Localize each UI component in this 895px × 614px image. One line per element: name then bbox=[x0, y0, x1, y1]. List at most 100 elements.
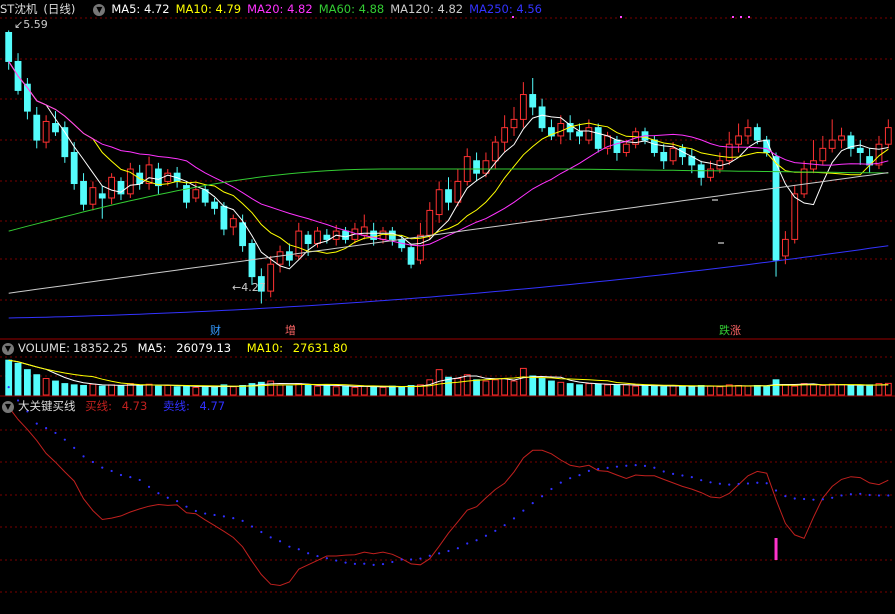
sell-dot bbox=[194, 509, 197, 513]
sell-dot bbox=[409, 558, 413, 561]
event-tag[interactable]: 财 bbox=[207, 323, 224, 338]
sell-dot bbox=[587, 469, 590, 473]
sell-dot bbox=[625, 464, 628, 467]
volume-bar bbox=[80, 385, 87, 396]
collapse-arrow-icon[interactable]: ▼ bbox=[2, 342, 14, 355]
volume-bar bbox=[201, 385, 209, 396]
sell-label: 卖线: bbox=[162, 399, 190, 413]
volume-bar bbox=[89, 383, 97, 396]
candle-body bbox=[155, 168, 162, 187]
vol-ma10-value: 27631.80 bbox=[292, 341, 348, 355]
candle-body bbox=[342, 230, 349, 240]
sell-dot bbox=[363, 562, 366, 565]
sell-dot bbox=[877, 494, 881, 497]
candle-body bbox=[884, 127, 892, 145]
indicator-legend: ▼ 大关键买线 买线: 4.73 卖线: 4.77 bbox=[0, 398, 237, 414]
candle-body bbox=[501, 127, 509, 143]
sell-dot bbox=[531, 501, 534, 505]
sell-dot bbox=[840, 494, 843, 497]
candle-body bbox=[650, 139, 658, 153]
sell-dot bbox=[250, 525, 254, 528]
stock-name: ST沈机 bbox=[0, 2, 38, 16]
volume-bar bbox=[42, 378, 50, 396]
candle-body bbox=[89, 187, 97, 205]
sell-dot bbox=[643, 464, 647, 467]
ma-legend-item: MA10: 4.79 bbox=[175, 2, 242, 16]
volume-bar bbox=[828, 383, 836, 396]
sell-dot bbox=[466, 542, 469, 545]
volume-bar bbox=[117, 385, 125, 396]
volume-bar bbox=[286, 385, 293, 396]
sell-dot bbox=[428, 554, 431, 557]
stock-title: ST沈机 (日线) bbox=[0, 2, 81, 16]
sell-dot bbox=[718, 482, 721, 485]
candle-body bbox=[435, 189, 443, 216]
candle-body bbox=[744, 127, 752, 137]
stock-chart[interactable] bbox=[0, 0, 895, 614]
candle-body bbox=[229, 218, 237, 228]
candle-body bbox=[42, 120, 50, 143]
sell-dot bbox=[746, 482, 750, 485]
event-dot bbox=[732, 16, 734, 18]
sell-dot bbox=[82, 455, 85, 458]
collapse-arrow-icon[interactable]: ▼ bbox=[2, 400, 14, 413]
volume-bar bbox=[229, 386, 237, 396]
volume-bar bbox=[360, 385, 368, 396]
event-dot bbox=[748, 16, 750, 18]
volume-bar bbox=[98, 385, 106, 396]
volume-title: VOLUME: bbox=[18, 341, 71, 355]
volume-bar bbox=[482, 380, 490, 396]
ma250-line bbox=[8, 245, 889, 319]
volume-bar bbox=[781, 384, 789, 396]
candle-body bbox=[211, 201, 218, 209]
sell-dot bbox=[887, 494, 890, 497]
volume-bar bbox=[856, 385, 864, 396]
high-price-label: ↙5.59 bbox=[14, 18, 48, 31]
event-tag[interactable]: 跌涨 bbox=[716, 323, 744, 338]
collapse-arrow-icon[interactable]: ▼ bbox=[93, 3, 106, 16]
candle-body bbox=[791, 193, 799, 240]
sell-dot bbox=[709, 481, 712, 484]
volume-bar bbox=[454, 378, 462, 396]
sell-dot bbox=[700, 479, 703, 482]
sell-dot bbox=[307, 552, 310, 555]
low-price-label: ←4.27 bbox=[232, 281, 266, 294]
candle-body bbox=[735, 135, 742, 145]
sell-dot bbox=[868, 493, 871, 497]
candle-body bbox=[304, 234, 312, 245]
sell-dot bbox=[859, 492, 862, 495]
volume-bar bbox=[641, 385, 649, 396]
volume-bar bbox=[304, 384, 312, 396]
sell-dot bbox=[812, 498, 815, 501]
event-tag[interactable]: 增 bbox=[282, 323, 299, 338]
sell-dot bbox=[269, 536, 272, 539]
sell-dot bbox=[737, 482, 740, 486]
volume-bar bbox=[772, 379, 780, 396]
volume-bar bbox=[398, 386, 406, 396]
volume-bar bbox=[735, 385, 742, 396]
sell-dot bbox=[260, 530, 263, 534]
volume-bar bbox=[763, 385, 771, 396]
volume-bar bbox=[585, 383, 593, 396]
sell-dot bbox=[475, 539, 478, 542]
volume-bar bbox=[342, 385, 349, 396]
candle-body bbox=[314, 230, 321, 245]
volume-bar bbox=[108, 384, 116, 396]
candle-body bbox=[220, 205, 228, 230]
volume-bar bbox=[548, 380, 555, 396]
event-dot bbox=[740, 16, 742, 18]
sell-dot bbox=[372, 563, 375, 566]
low-price-value: 4.27 bbox=[241, 281, 266, 294]
sell-dot bbox=[138, 478, 141, 482]
candle-body bbox=[286, 251, 293, 261]
candle-body bbox=[482, 160, 490, 174]
candle-body bbox=[613, 139, 621, 153]
volume-bar bbox=[604, 384, 611, 396]
sell-dot bbox=[241, 519, 244, 522]
candle-body bbox=[576, 131, 583, 137]
sell-dot bbox=[540, 495, 544, 498]
sell-dot bbox=[232, 517, 235, 520]
vol-ma5-label: MA5: bbox=[137, 341, 167, 355]
sell-dot bbox=[803, 497, 806, 501]
candle-body bbox=[828, 139, 836, 149]
